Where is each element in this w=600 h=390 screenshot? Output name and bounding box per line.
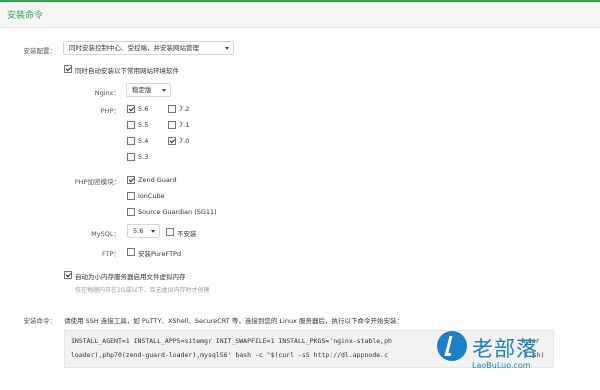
watermark-text: 老部落 <box>472 337 538 361</box>
install-mode-select[interactable]: 同时安装控制中心、受控端，并安装网站管理 <box>63 41 234 55</box>
php-7-1-checkbox[interactable] <box>168 121 176 129</box>
command-instruction: 请使用 SSH 连接工具，如 PuTTY、XShell、SecureCRT 等，… <box>64 317 403 325</box>
php-encrypt-label: PHP加密模块： <box>74 178 120 186</box>
zend-guard-label: Zend Guard <box>138 176 177 184</box>
php-7-0-checkbox[interactable] <box>168 137 176 145</box>
auto-install-env-checkbox[interactable] <box>64 65 72 73</box>
php-7-0-label: 7.0 <box>179 137 190 145</box>
php-5-5-checkbox[interactable] <box>127 121 135 129</box>
install-command-label: 安装命令： <box>23 317 57 325</box>
mysql-version-value: 5.6 <box>133 227 144 235</box>
zend-guard-checkbox[interactable] <box>127 176 135 184</box>
php-7-2-label: 7.2 <box>179 105 190 113</box>
mysql-version-select[interactable]: 5.6 <box>127 224 160 238</box>
ftp-label: FTP： <box>101 250 120 258</box>
mysql-no-install-label: 不安装 <box>177 230 197 238</box>
mysql-no-install-checkbox[interactable] <box>166 228 174 236</box>
pureftpd-checkbox[interactable] <box>127 248 135 256</box>
nginx-label: Nginx： <box>94 89 120 97</box>
command-line-1[interactable]: INSTALL_AGENT=1 INSTALL_APPS=sitemgr INI… <box>71 337 392 345</box>
chevron-down-icon <box>162 89 166 92</box>
install-command-panel: 安装命令 安装配置： 同时安装控制中心、受控端，并安装网站管理 同时自动安装以下… <box>0 0 600 390</box>
php-5-3-label: 5.3 <box>138 153 149 161</box>
chevron-down-icon <box>151 230 155 233</box>
php-label: PHP： <box>100 107 120 115</box>
panel-title: 安装命令 <box>7 11 44 21</box>
pureftpd-label: 安装PureFTPd <box>138 250 182 258</box>
watermark-url: LaoBuLuo.com <box>472 361 531 370</box>
ioncube-checkbox[interactable] <box>127 192 135 200</box>
chevron-down-icon <box>225 47 229 50</box>
swap-checkbox[interactable] <box>64 271 72 279</box>
panel-header: 安装命令 <box>0 0 600 28</box>
swap-label: 自动为小内存服务器启用文件虚拟内存 <box>75 273 186 281</box>
php-7-1-label: 7.1 <box>179 121 190 129</box>
nginx-version-value: 稳定版 <box>132 86 152 94</box>
install-mode-value: 同时安装控制中心、受控端，并安装网站管理 <box>69 44 199 52</box>
mysql-label: MySQL： <box>91 230 120 238</box>
swap-hint: 仅在物理内存在2G或以下，且无虚拟内存时才创建 <box>75 287 210 294</box>
nginx-version-select[interactable]: 稳定版 <box>126 83 171 97</box>
php-7-2-checkbox[interactable] <box>168 105 176 113</box>
source-guardian-label: Source Guardian (SG11) <box>138 208 217 216</box>
auto-install-env-label: 同时自动安装以下常用网站环境软件 <box>75 67 179 75</box>
php-5-5-label: 5.5 <box>138 121 149 129</box>
php-5-4-label: 5.4 <box>138 137 149 145</box>
ioncube-label: ionCube <box>138 192 165 200</box>
php-5-4-checkbox[interactable] <box>127 137 135 145</box>
command-line-2[interactable]: loader),php70(zend-guard-loader),mysql56… <box>71 351 388 359</box>
php-5-6-checkbox[interactable] <box>127 105 135 113</box>
php-5-3-checkbox[interactable] <box>127 153 135 161</box>
install-config-label: 安装配置： <box>23 47 57 55</box>
php-5-6-label: 5.6 <box>138 105 149 113</box>
source-guardian-checkbox[interactable] <box>127 208 135 216</box>
watermark-logo-icon <box>437 331 467 361</box>
